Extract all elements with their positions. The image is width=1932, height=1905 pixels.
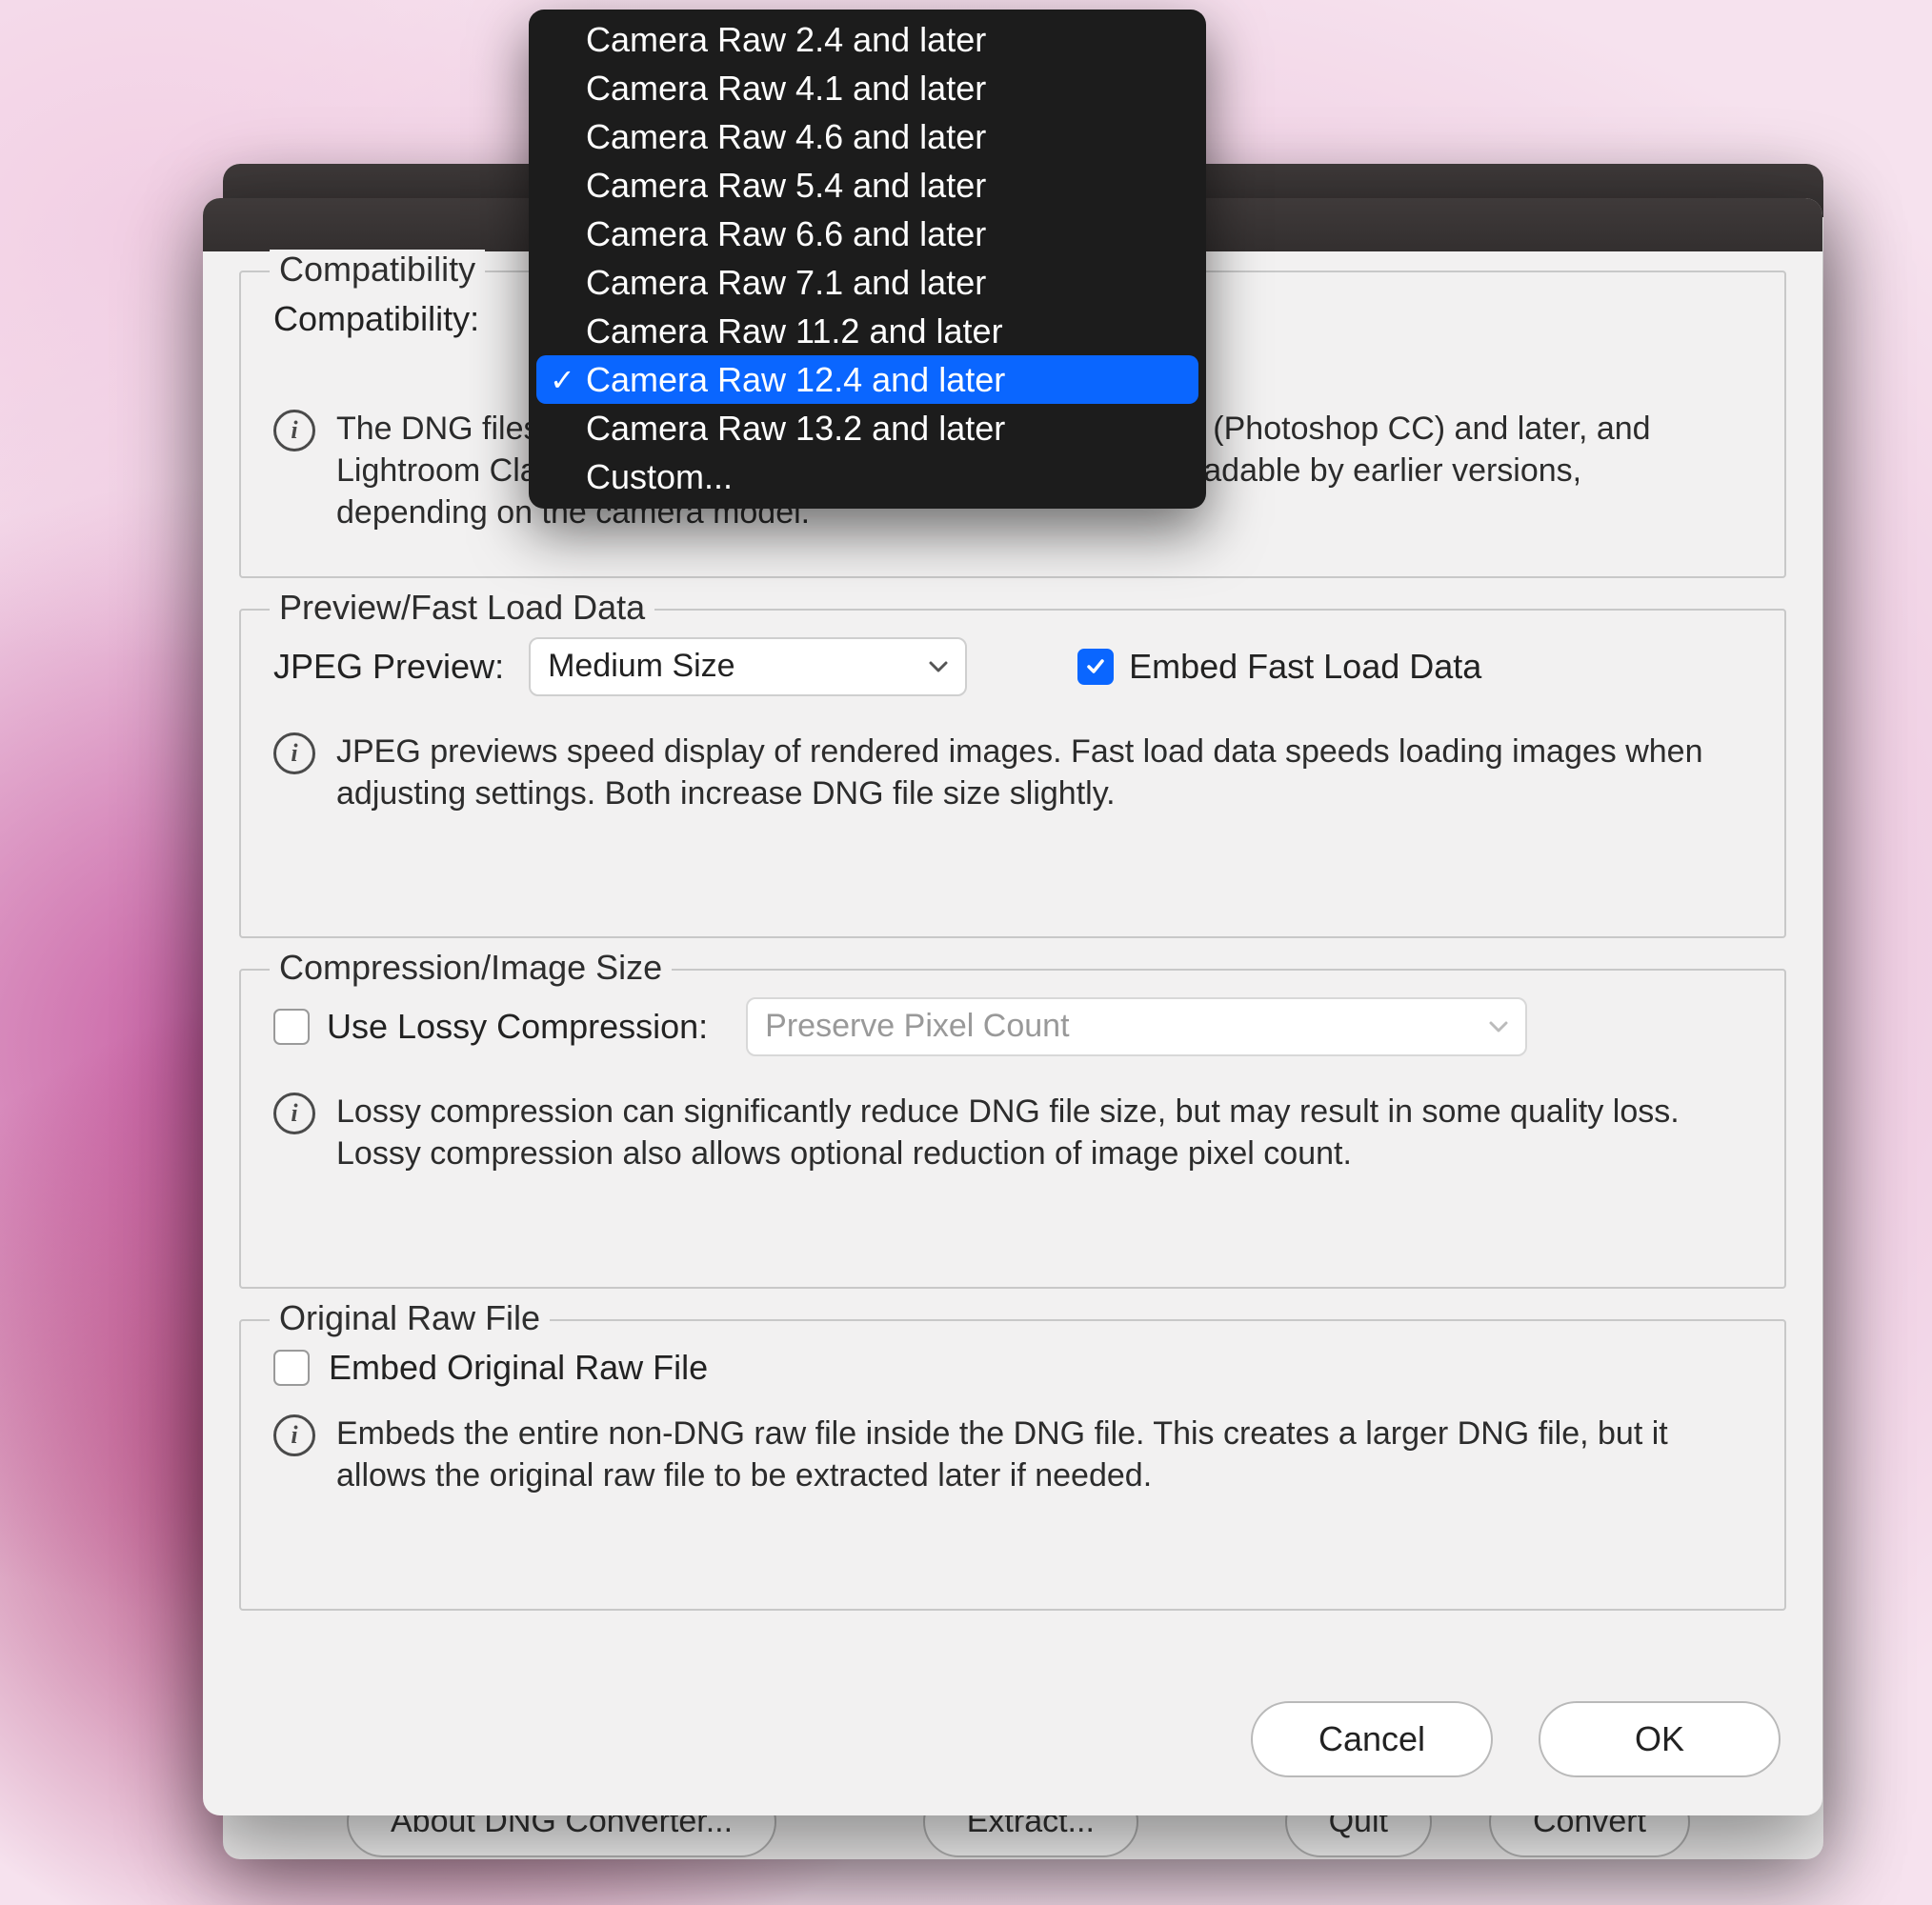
embed-original-raw-label: Embed Original Raw File — [329, 1348, 708, 1388]
compatibility-option[interactable]: Camera Raw 5.4 and later — [529, 161, 1206, 210]
use-lossy-compression-label: Use Lossy Compression: — [327, 1007, 708, 1047]
preview-group: Preview/Fast Load Data JPEG Preview: Med… — [239, 609, 1786, 938]
chevron-down-icon — [929, 660, 948, 673]
compatibility-legend: Compatibility — [270, 250, 485, 290]
embed-fast-load-label: Embed Fast Load Data — [1129, 647, 1481, 687]
preview-legend: Preview/Fast Load Data — [270, 588, 654, 628]
compression-info-text: Lossy compression can significantly redu… — [336, 1091, 1699, 1174]
compatibility-option[interactable]: Camera Raw 12.4 and later — [536, 355, 1198, 404]
compatibility-option[interactable]: Camera Raw 4.6 and later — [529, 112, 1206, 161]
info-icon: i — [273, 1414, 315, 1456]
info-icon: i — [273, 1093, 315, 1134]
embed-fast-load-checkbox[interactable] — [1077, 649, 1114, 685]
use-lossy-compression-checkbox[interactable] — [273, 1009, 310, 1045]
compatibility-option[interactable]: Camera Raw 4.1 and later — [529, 64, 1206, 112]
jpeg-preview-select[interactable]: Medium Size — [529, 637, 967, 696]
cancel-button[interactable]: Cancel — [1251, 1701, 1493, 1777]
compatibility-option[interactable]: Camera Raw 2.4 and later — [529, 15, 1206, 64]
preview-info-text: JPEG previews speed display of rendered … — [336, 731, 1708, 814]
original-raw-info-text: Embeds the entire non-DNG raw file insid… — [336, 1413, 1699, 1496]
embed-original-raw-checkbox[interactable] — [273, 1350, 310, 1386]
original-raw-group: Original Raw File Embed Original Raw Fil… — [239, 1319, 1786, 1611]
compatibility-option[interactable]: Camera Raw 7.1 and later — [529, 258, 1206, 307]
preserve-pixel-count-value: Preserve Pixel Count — [765, 1008, 1069, 1045]
jpeg-preview-label: JPEG Preview: — [273, 647, 504, 687]
compatibility-option[interactable]: Camera Raw 11.2 and later — [529, 307, 1206, 355]
info-icon: i — [273, 732, 315, 774]
jpeg-preview-value: Medium Size — [548, 648, 735, 685]
chevron-down-icon — [1489, 1020, 1508, 1033]
info-icon: i — [273, 410, 315, 451]
compatibility-dropdown-menu[interactable]: Camera Raw 2.4 and laterCamera Raw 4.1 a… — [529, 10, 1206, 509]
compatibility-label: Compatibility: — [273, 299, 479, 339]
preserve-pixel-count-select: Preserve Pixel Count — [746, 997, 1527, 1056]
compatibility-option[interactable]: Custom... — [529, 452, 1206, 501]
ok-button[interactable]: OK — [1539, 1701, 1781, 1777]
dialog-buttons: Cancel OK — [1251, 1701, 1781, 1777]
compression-group: Compression/Image Size Use Lossy Compres… — [239, 969, 1786, 1289]
compression-legend: Compression/Image Size — [270, 948, 672, 988]
original-raw-legend: Original Raw File — [270, 1298, 550, 1338]
compatibility-option[interactable]: Camera Raw 13.2 and later — [529, 404, 1206, 452]
compatibility-option[interactable]: Camera Raw 6.6 and later — [529, 210, 1206, 258]
